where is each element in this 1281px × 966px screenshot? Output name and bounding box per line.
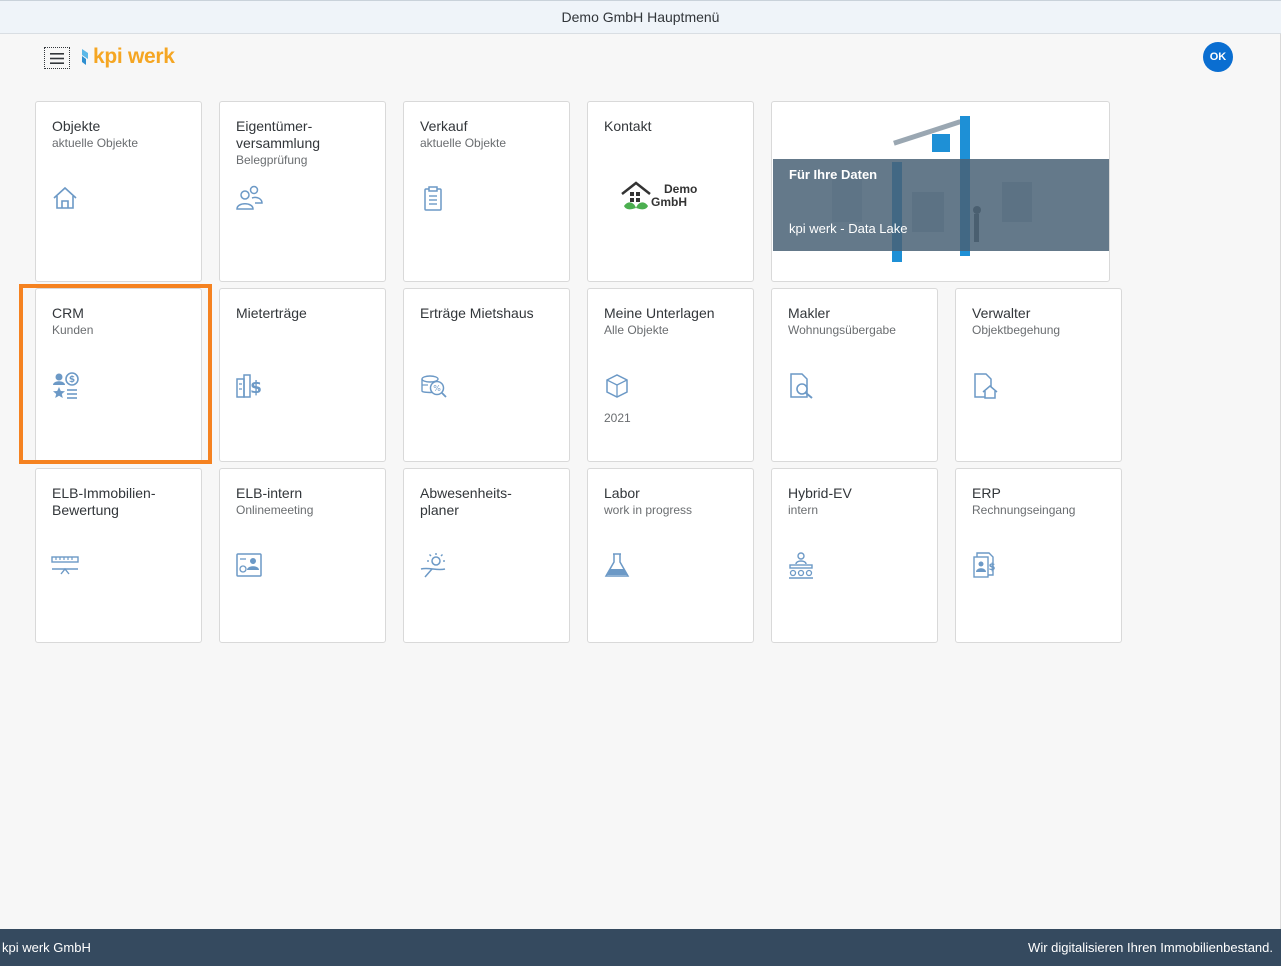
tile-abwesenheitsplaner[interactable]: Abwesenheits- planer (403, 468, 570, 643)
tile-title: Mieterträge (236, 305, 307, 321)
tile-elb-immobilien-bewertung[interactable]: ELB-Immobilien- Bewertung (35, 468, 202, 643)
user-avatar[interactable]: OK (1203, 42, 1233, 72)
tile-elb-intern[interactable]: ELB-intern Onlinemeeting (219, 468, 386, 643)
tile-title: Eigentümer- versammlung (236, 118, 321, 151)
tile-title: Makler (788, 305, 831, 321)
tile-title: ELB-Immobilien- Bewertung (52, 485, 156, 518)
window-title: Demo GmbH Hauptmenü (561, 9, 720, 25)
logo-mark-icon (82, 49, 88, 65)
building-dollar-icon: $ (236, 374, 262, 398)
tile-footer: 2021 (604, 411, 631, 425)
tile-title: Kontakt (604, 118, 652, 134)
logo-text: kpi werk (93, 45, 175, 68)
tile-title: Abwesenheits- planer (420, 485, 512, 518)
tile-subtitle: Objektbegehung (972, 323, 1061, 337)
footer-slogan: Wir digitalisieren Ihren Immobilienbesta… (1028, 940, 1273, 955)
tile-ertraege-mietshaus[interactable]: Erträge Mietshaus % (403, 288, 570, 462)
tile-subtitle: Belegprüfung (236, 153, 308, 167)
tile-labor[interactable]: Labor work in progress (587, 468, 754, 643)
tile-kontakt[interactable]: Kontakt Demo GmbH (587, 101, 754, 282)
document-search-icon (790, 373, 813, 399)
tile-subtitle: Wohnungsübergabe (788, 323, 896, 337)
window-titlebar: Demo GmbH Hauptmenü (0, 0, 1281, 34)
tile-title: ELB-intern (236, 485, 303, 501)
footer-company: kpi werk GmbH (2, 940, 91, 955)
tile-hybrid-ev[interactable]: Hybrid-EV intern (771, 468, 938, 643)
svg-text:$: $ (989, 562, 996, 573)
tile-makler[interactable]: Makler Wohnungsübergabe (771, 288, 938, 462)
svg-text:%: % (433, 384, 441, 393)
house-leaf-icon (621, 181, 651, 210)
tile-subtitle: work in progress (604, 503, 693, 517)
kpi-werk-logo[interactable]: kpi werk (80, 40, 175, 74)
document-home-icon (974, 373, 998, 399)
tile-data-lake-banner[interactable]: Für Ihre Daten kpi werk - Data Lake (771, 101, 1110, 282)
demo-gmbh-logo: Demo GmbH (620, 180, 710, 216)
vacation-icon (420, 553, 446, 578)
tile-title: ERP (972, 485, 1001, 501)
focus-highlight (19, 284, 212, 464)
tile-subtitle: aktuelle Objekte (52, 136, 139, 150)
tile-title: Objekte (52, 118, 101, 134)
avatar-initials: OK (1209, 51, 1227, 63)
banner-title: Für Ihre Daten (789, 167, 878, 182)
tile-subtitle: Onlinemeeting (236, 503, 314, 517)
tile-title: Erträge Mietshaus (420, 305, 534, 321)
tile-subtitle: intern (788, 503, 819, 517)
contact-card-icon (236, 553, 262, 577)
home-icon (53, 186, 77, 209)
document-box-icon (606, 374, 628, 398)
tile-title: Hybrid-EV (788, 485, 852, 501)
hamburger-menu-button[interactable] (44, 47, 70, 69)
measure-icon (51, 556, 79, 575)
tile-title: Verwalter (972, 305, 1031, 321)
tile-erp[interactable]: ERP Rechnungseingang $ (955, 468, 1122, 643)
footer-bar: kpi werk GmbH Wir digitalisieren Ihren I… (0, 929, 1281, 966)
coin-percent-icon: % (421, 375, 447, 398)
tile-mietertraege[interactable]: Mieterträge $ (219, 288, 386, 462)
people-icon (236, 185, 263, 210)
tile-subtitle: Rechnungseingang (972, 503, 1076, 517)
invoice-icon: $ (973, 552, 996, 578)
banner-overlay: Für Ihre Daten kpi werk - Data Lake (773, 159, 1109, 251)
tile-objekte[interactable]: Objekte aktuelle Objekte (35, 101, 202, 282)
tile-verkauf[interactable]: Verkauf aktuelle Objekte (403, 101, 570, 282)
tile-title: Meine Unterlagen (604, 305, 715, 321)
clipboard-icon (424, 186, 442, 211)
tile-meine-unterlagen[interactable]: Meine Unterlagen Alle Objekte 2021 (587, 288, 754, 462)
svg-text:$: $ (250, 378, 262, 398)
meeting-icon (789, 552, 813, 579)
tile-title: Labor (604, 485, 640, 501)
hamburger-icon (50, 52, 64, 64)
tile-subtitle: Alle Objekte (604, 323, 669, 337)
tile-subtitle: aktuelle Objekte (420, 136, 507, 150)
tile-title: Verkauf (420, 118, 468, 134)
tile-eigentuemerversammlung[interactable]: Eigentümer- versammlung Belegprüfung (219, 101, 386, 282)
banner-subtitle: kpi werk - Data Lake (789, 221, 908, 236)
tile-verwalter[interactable]: Verwalter Objektbegehung (955, 288, 1122, 462)
flask-icon (604, 553, 630, 577)
logo-line-gmbh: GmbH (651, 195, 687, 209)
